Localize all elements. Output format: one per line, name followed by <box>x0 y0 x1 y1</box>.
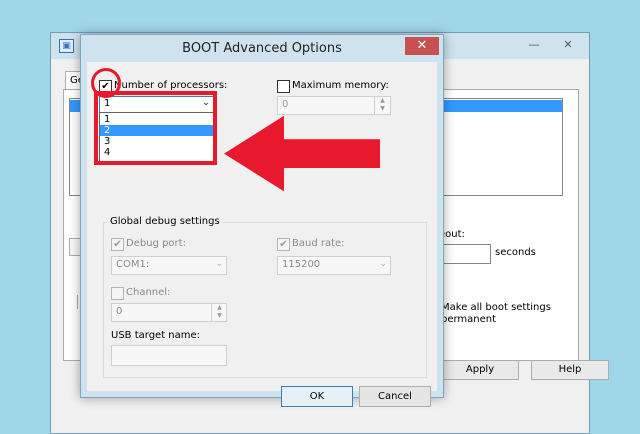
seconds-label: seconds <box>495 247 536 258</box>
debug-port-value: COM1: <box>116 259 150 270</box>
spin-up-icon[interactable]: ▲ <box>375 97 390 105</box>
maximum-memory-label: Maximum memory: <box>292 80 389 91</box>
spin-down-icon[interactable]: ▼ <box>375 105 390 113</box>
boot-advanced-options-dialog: BOOT Advanced Options ✕ ✔ Number of proc… <box>80 34 444 407</box>
dialog-body: ✔ Number of processors: 1 ⌄ 1 2 3 4 Maxi… <box>87 62 437 407</box>
baud-rate-value: 115200 <box>282 259 321 270</box>
usb-target-name-input[interactable] <box>111 345 227 366</box>
usb-target-name-label: USB target name: <box>111 330 201 341</box>
make-permanent-label-line2: permanent <box>441 314 497 325</box>
debug-port-checkbox[interactable]: ✔ <box>111 238 124 251</box>
make-permanent-label-line1: Make all boot settings <box>441 302 551 313</box>
cancel-button[interactable]: Cancel <box>359 386 431 407</box>
red-arrow-icon <box>224 115 380 192</box>
app-icon: ▣ <box>59 39 74 53</box>
spin-down-icon[interactable]: ▼ <box>212 312 227 320</box>
global-debug-settings-title: Global debug settings <box>107 216 223 227</box>
channel-checkbox[interactable] <box>111 287 124 300</box>
chevron-down-icon: ⌄ <box>215 259 223 269</box>
close-icon[interactable]: ✕ <box>555 37 581 54</box>
ok-button[interactable]: OK <box>281 386 353 407</box>
debug-port-dropdown[interactable]: COM1: ⌄ <box>111 256 227 275</box>
chevron-down-icon: ⌄ <box>379 259 387 269</box>
debug-port-label: Debug port: <box>126 238 186 249</box>
maximum-memory-spinner[interactable]: ▲ ▼ <box>374 97 390 114</box>
baud-rate-label: Baud rate: <box>292 238 345 249</box>
number-of-processors-label: Number of processors: <box>114 80 228 91</box>
minimize-icon[interactable]: — <box>521 37 547 54</box>
channel-input[interactable]: 0 ▲ ▼ <box>111 303 227 322</box>
channel-label: Channel: <box>126 287 171 298</box>
dialog-title: BOOT Advanced Options <box>182 41 342 56</box>
maximum-memory-value: 0 <box>282 99 289 110</box>
close-button[interactable]: ✕ <box>405 37 439 55</box>
help-button[interactable]: Help <box>531 360 609 380</box>
close-icon: ✕ <box>416 38 428 53</box>
spin-up-icon[interactable]: ▲ <box>212 304 227 312</box>
baud-rate-dropdown[interactable]: 115200 ⌄ <box>277 256 391 275</box>
channel-spinner[interactable]: ▲ ▼ <box>211 304 227 321</box>
highlight-rectangle <box>94 91 217 165</box>
make-permanent-label: Make all boot settings permanent <box>441 302 551 326</box>
maximum-memory-checkbox[interactable] <box>277 80 290 93</box>
baud-rate-checkbox[interactable]: ✔ <box>277 238 290 251</box>
apply-button[interactable]: Apply <box>441 360 519 380</box>
channel-value: 0 <box>116 306 123 317</box>
maximum-memory-input[interactable]: 0 ▲ ▼ <box>277 96 391 115</box>
